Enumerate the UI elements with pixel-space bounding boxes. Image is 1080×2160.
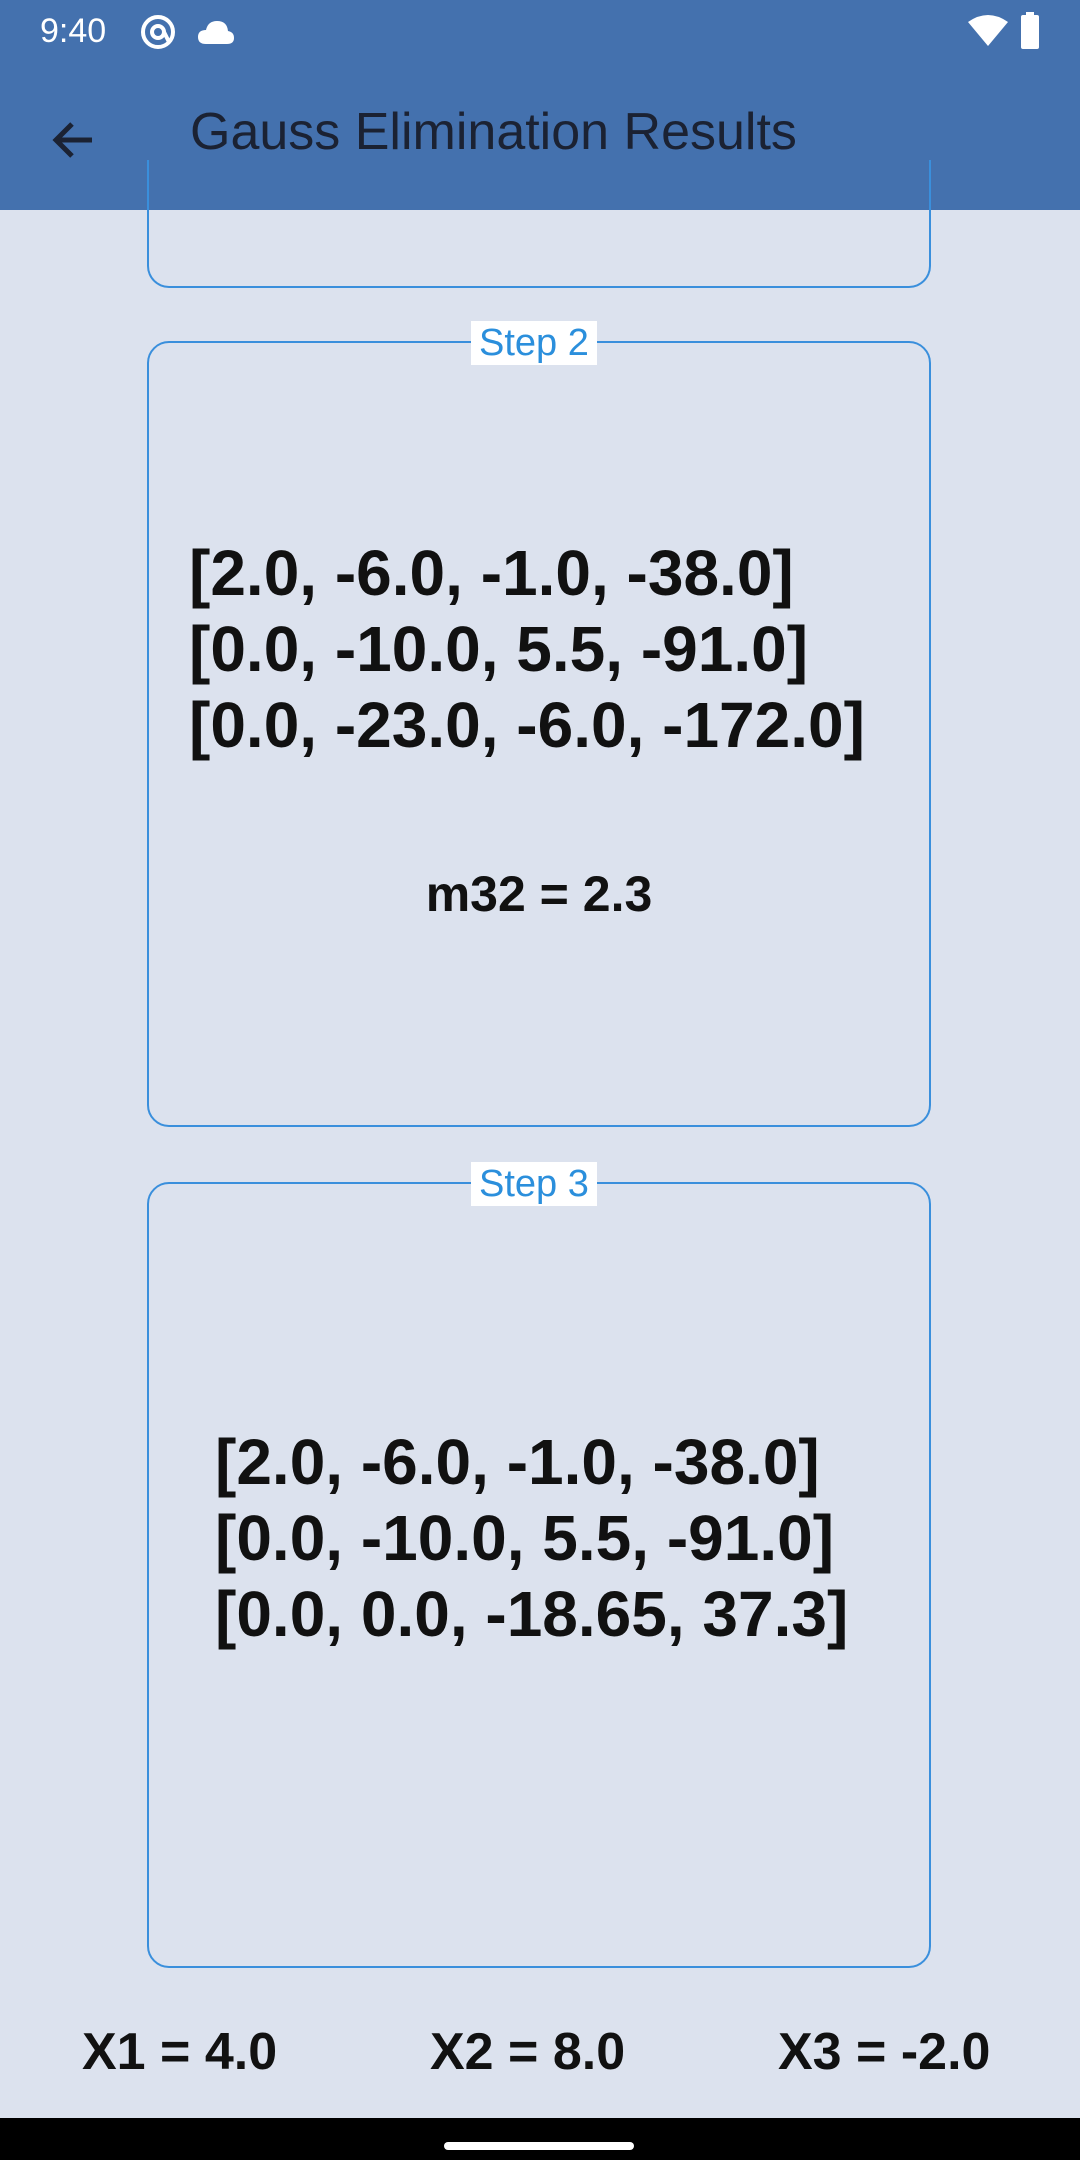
- step-label: Step 3: [471, 1162, 597, 1206]
- result-x2: X2 = 8.0: [430, 2023, 626, 2081]
- navigation-bar: [0, 2118, 1080, 2160]
- matrix: [2.0, -6.0, -1.0, -38.0] [0.0, -10.0, 5.…: [215, 1424, 929, 1652]
- arrow-left-icon: [52, 122, 92, 158]
- cloud-icon: [196, 18, 236, 51]
- page-title: Gauss Elimination Results: [190, 103, 797, 161]
- at-sign-icon: [138, 14, 178, 55]
- wifi-icon: [966, 14, 1010, 53]
- step-card: Step 2 [2.0, -6.0, -1.0, -38.0] [0.0, -1…: [147, 321, 931, 1127]
- status-time: 9:40: [40, 12, 107, 50]
- result-x1: X1 = 4.0: [82, 2023, 278, 2081]
- matrix-row: [2.0, -6.0, -1.0, -38.0]: [189, 537, 794, 609]
- step-label: Step 2: [471, 321, 597, 365]
- matrix-row: [0.0, -10.0, 5.5, -91.0]: [215, 1502, 834, 1574]
- result-x3: X3 = -2.0: [778, 2023, 991, 2081]
- matrix-row: [0.0, -23.0, -6.0, -172.0]: [189, 689, 865, 761]
- step-card: Step 3 [2.0, -6.0, -1.0, -38.0] [0.0, -1…: [147, 1162, 931, 1968]
- multiplier-value: m32 = 2.3: [425, 866, 653, 922]
- step-card-partial: [147, 160, 931, 288]
- battery-icon: [1020, 12, 1040, 55]
- matrix-row: [0.0, 0.0, -18.65, 37.3]: [215, 1578, 849, 1650]
- status-bar: 9:40: [0, 0, 1080, 64]
- solution-row: X1 = 4.0 X2 = 8.0 X3 = -2.0: [0, 2022, 1080, 2092]
- back-button[interactable]: [38, 104, 110, 176]
- matrix: [2.0, -6.0, -1.0, -38.0] [0.0, -10.0, 5.…: [189, 535, 929, 763]
- matrix-row: [0.0, -10.0, 5.5, -91.0]: [189, 613, 808, 685]
- home-indicator[interactable]: [444, 2142, 634, 2150]
- matrix-row: [2.0, -6.0, -1.0, -38.0]: [215, 1426, 820, 1498]
